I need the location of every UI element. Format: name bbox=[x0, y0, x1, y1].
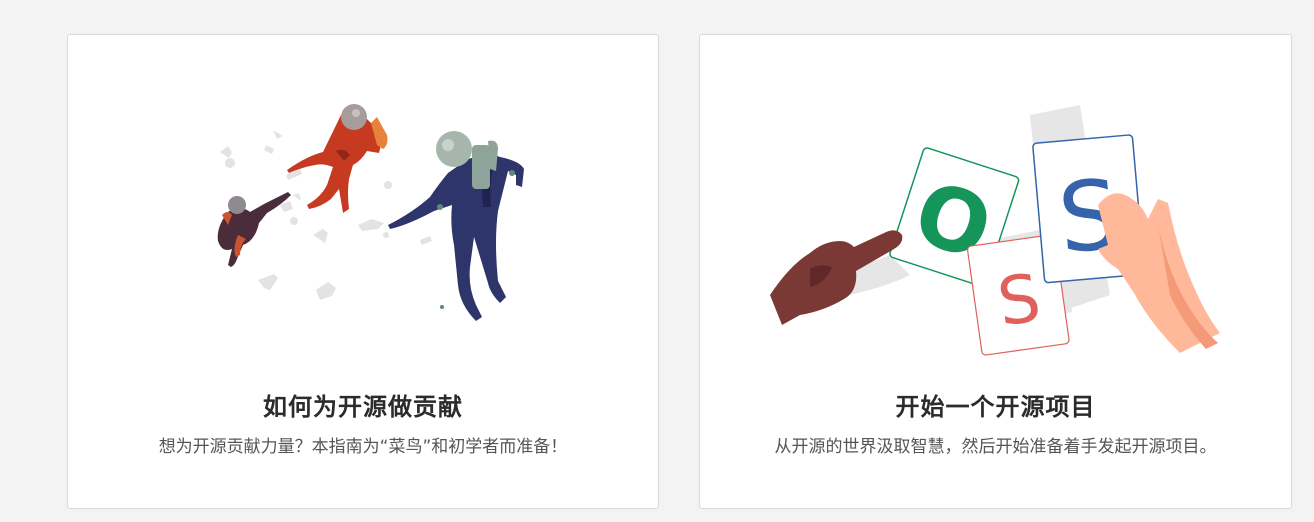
card-description: 从开源的世界汲取智慧，然后开始准备着手发起开源项目。 bbox=[774, 437, 1217, 457]
card-title: 如何为开源做贡献 bbox=[263, 393, 463, 421]
navy-astronaut-icon bbox=[388, 131, 524, 321]
card-title: 开始一个开源项目 bbox=[895, 393, 1096, 421]
red-astronaut-icon bbox=[287, 104, 388, 213]
small-astronaut-icon bbox=[217, 192, 291, 267]
card-description: 想为开源贡献力量？本指南为“菜鸟”和初学者而准备！ bbox=[158, 437, 568, 457]
astronauts-illustration bbox=[68, 75, 658, 395]
contribute-guide-card[interactable]: 如何为开源做贡献 想为开源贡献力量？本指南为“菜鸟”和初学者而准备！ bbox=[67, 34, 659, 509]
oss-cards-illustration: O S S bbox=[700, 75, 1291, 395]
start-project-card[interactable]: O S S 开始一个开源项目 从开源的世界汲取智慧，然后开始准备着手发起开源项目… bbox=[699, 34, 1292, 509]
